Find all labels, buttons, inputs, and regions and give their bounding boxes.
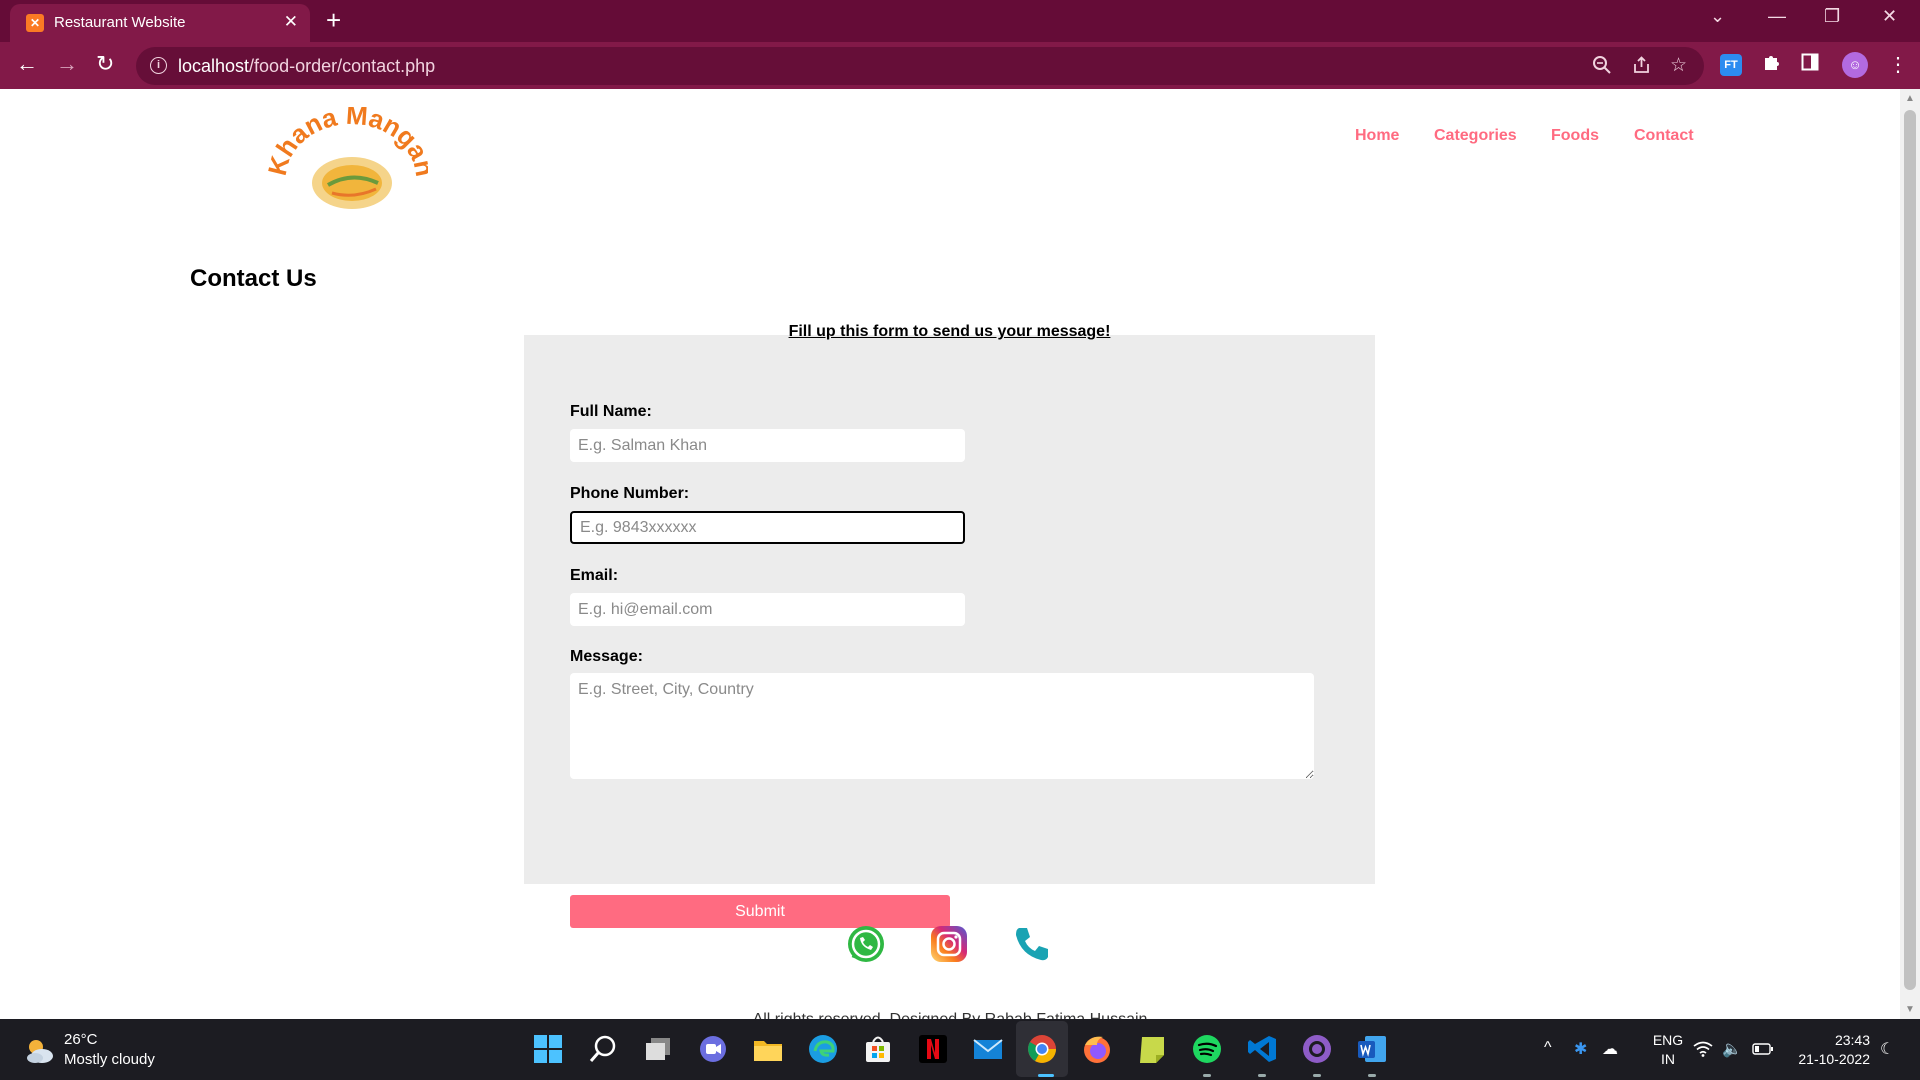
taskbar-clock[interactable]: 23:43 21-10-2022 [1782, 1031, 1870, 1069]
show-hidden-icons-chevron-icon[interactable]: ^ [1544, 1039, 1552, 1057]
menu-kebab-icon[interactable]: ⋮ [1888, 52, 1908, 77]
zoom-icon[interactable] [1592, 54, 1612, 76]
windows-taskbar: 26°C Mostly cloudy ^ ✱ ☁ ENG IN 🔈 23:43 … [0, 1019, 1920, 1080]
contact-form: Fill up this form to send us your messag… [524, 323, 1375, 928]
sticky-notes-icon[interactable] [1136, 1033, 1168, 1065]
spotify-running-indicator [1203, 1074, 1211, 1077]
file-explorer-icon[interactable] [752, 1033, 784, 1065]
full-name-input[interactable] [570, 429, 965, 462]
submit-button[interactable]: Submit [570, 895, 950, 928]
message-textarea[interactable] [570, 673, 1314, 779]
word-icon[interactable] [1356, 1033, 1388, 1065]
profile-avatar-icon[interactable]: ☺ [1842, 52, 1868, 78]
full-name-label: Full Name: [570, 403, 652, 420]
spotify-icon[interactable] [1191, 1033, 1223, 1065]
message-label: Message: [570, 648, 643, 665]
khana-mangana-logo[interactable]: Khana Mangana! [268, 107, 428, 217]
teams-chat-icon[interactable] [697, 1033, 729, 1065]
region-code: IN [1661, 1051, 1675, 1067]
phone-icon[interactable] [1012, 924, 1052, 964]
browser-toolbar: ← → ↻ i localhost/food-order/contact.php… [0, 42, 1920, 89]
volume-icon[interactable]: 🔈 [1722, 1039, 1742, 1059]
phone-number-input[interactable] [570, 511, 965, 544]
site-info-icon[interactable]: i [150, 57, 167, 74]
url-text[interactable]: localhost/food-order/contact.php [178, 56, 435, 77]
search-icon[interactable] [587, 1033, 619, 1065]
url-path: /food-order/contact.php [249, 56, 436, 76]
close-window-icon[interactable]: ✕ [1882, 6, 1897, 27]
page-title: Contact Us [190, 265, 317, 292]
chrome-running-indicator [1038, 1074, 1054, 1077]
extension-ft-icon[interactable]: FT [1720, 54, 1742, 76]
browser-tab[interactable]: ✕ Restaurant Website ✕ [10, 4, 310, 42]
github-running-indicator [1313, 1074, 1321, 1077]
instagram-icon[interactable] [929, 924, 969, 964]
wifi-icon[interactable] [1693, 1041, 1713, 1057]
onedrive-error-icon[interactable]: ☁ [1602, 1039, 1618, 1059]
restore-icon[interactable]: ❐ [1824, 6, 1840, 27]
email-input[interactable] [570, 593, 965, 626]
focus-moon-icon[interactable]: ☾ [1880, 1039, 1894, 1059]
weather-temperature[interactable]: 26°C [64, 1031, 98, 1048]
tab-close-icon[interactable]: ✕ [284, 12, 298, 32]
weather-description[interactable]: Mostly cloudy [64, 1051, 155, 1068]
microsoft-store-icon[interactable] [862, 1033, 894, 1065]
xampp-favicon-icon: ✕ [26, 14, 44, 32]
nav-link-foods[interactable]: Foods [1551, 127, 1599, 145]
firefox-icon[interactable] [1081, 1033, 1113, 1065]
weather-cloud-sun-icon[interactable] [22, 1033, 56, 1067]
address-bar[interactable]: i localhost/food-order/contact.php ☆ [136, 47, 1704, 85]
nav-link-contact[interactable]: Contact [1634, 127, 1694, 145]
vscode-icon[interactable] [1246, 1033, 1278, 1065]
whatsapp-icon[interactable] [846, 924, 886, 964]
minimize-icon[interactable]: — [1768, 6, 1786, 27]
netflix-icon[interactable] [917, 1033, 949, 1065]
language-indicator[interactable]: ENG IN [1643, 1031, 1693, 1069]
form-caption: Fill up this form to send us your messag… [788, 323, 1111, 340]
nav-link-home[interactable]: Home [1355, 127, 1399, 145]
tab-search-chevron-icon[interactable]: ⌄ [1710, 6, 1725, 27]
vscode-running-indicator [1258, 1074, 1266, 1077]
edge-browser-icon[interactable] [807, 1033, 839, 1065]
task-view-icon[interactable] [642, 1033, 674, 1065]
extensions-puzzle-icon[interactable] [1762, 52, 1782, 72]
forward-icon[interactable]: → [56, 50, 78, 78]
page-scrollbar[interactable]: ▲ ▼ [1900, 89, 1920, 1019]
battery-icon[interactable] [1752, 1043, 1774, 1055]
share-icon[interactable] [1632, 54, 1652, 76]
bookmark-star-icon[interactable]: ☆ [1670, 54, 1687, 77]
chrome-browser-icon[interactable] [1026, 1033, 1058, 1065]
tab-title: Restaurant Website [54, 14, 186, 31]
nav-link-categories[interactable]: Categories [1434, 127, 1517, 145]
scroll-up-icon[interactable]: ▲ [1905, 93, 1915, 104]
scroll-thumb[interactable] [1904, 110, 1916, 990]
page-viewport: Khana Mangana! Home Categories Foods Con… [0, 89, 1900, 1019]
bluetooth-icon[interactable]: ✱ [1574, 1039, 1587, 1059]
reload-icon[interactable]: ↻ [96, 50, 114, 78]
url-host: localhost [178, 56, 250, 76]
scroll-down-icon[interactable]: ▼ [1905, 1004, 1915, 1015]
browser-titlebar: ✕ Restaurant Website ✕ + ⌄ — ❐ ✕ [0, 0, 1920, 42]
mail-icon[interactable] [972, 1033, 1004, 1065]
language-code: ENG [1652, 1032, 1684, 1048]
new-tab-icon[interactable]: + [326, 6, 341, 34]
clock-time: 23:43 [1834, 1032, 1870, 1048]
github-desktop-icon[interactable] [1301, 1033, 1333, 1065]
footer-copyright: All rights reserved. Designed By Rabab F… [0, 1011, 1900, 1019]
phone-number-label: Phone Number: [570, 485, 690, 502]
windows-start-icon[interactable] [532, 1033, 564, 1065]
side-panel-icon[interactable] [1801, 52, 1819, 72]
word-running-indicator [1368, 1074, 1376, 1077]
back-icon[interactable]: ← [16, 50, 38, 78]
email-label: Email: [570, 567, 619, 584]
clock-date: 21-10-2022 [1798, 1051, 1870, 1067]
